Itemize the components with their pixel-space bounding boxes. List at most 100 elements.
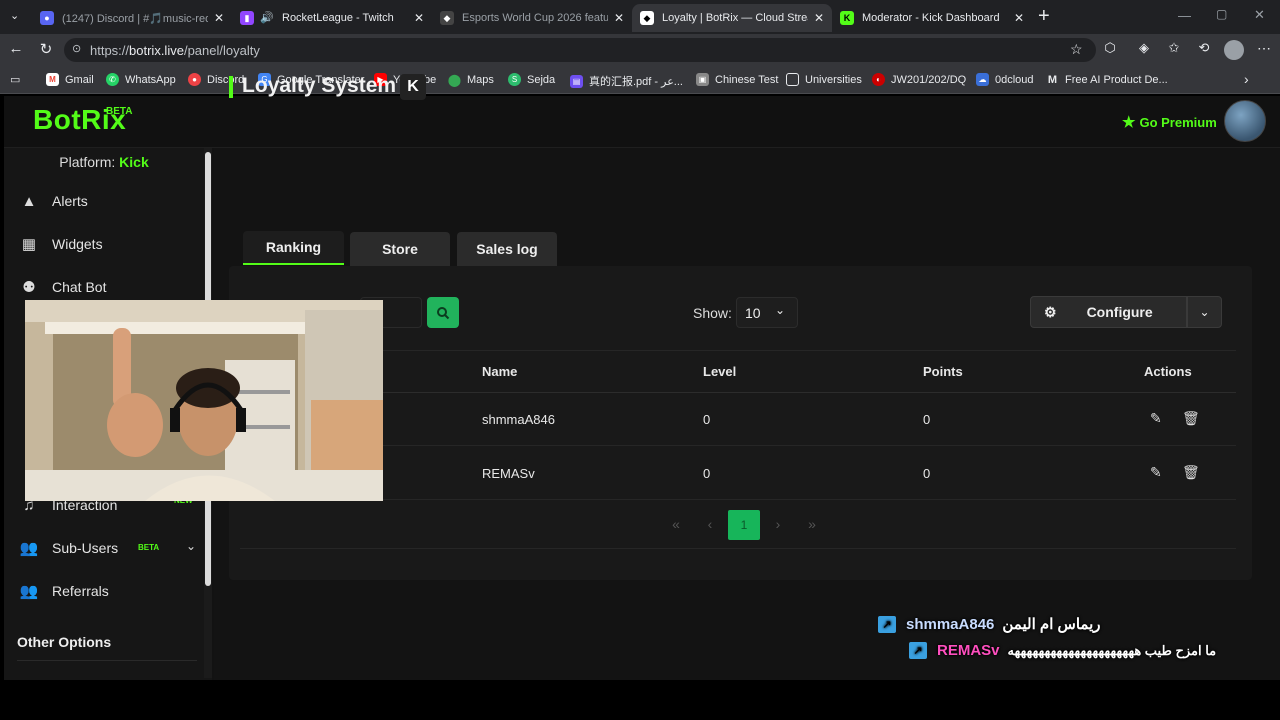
chevron-down-icon[interactable]: ⌄ [186,539,196,553]
cloud-icon: ☁ [976,73,989,86]
tab-sales-log[interactable]: Sales log [457,232,557,266]
profile-avatar[interactable] [1224,40,1244,60]
warning-icon: ▲ [21,192,37,210]
chat-message: ↗ shmmaA846 ريماس ام اليمن [878,615,1101,633]
configure-dropdown-button[interactable]: ⌄ [1187,296,1222,328]
platform-label: Platform: [59,154,116,170]
browser-tab-esports[interactable]: ◆ Esports World Cup 2026 featuring ✕ [432,4,632,32]
twitch-icon: ▮ [240,11,254,25]
history-icon[interactable]: ⟲ [1194,40,1214,56]
configure-button[interactable]: ⚙ Configure [1030,296,1187,328]
tab-ranking[interactable]: Ranking [243,231,344,265]
window-close-button[interactable]: ✕ [1254,7,1265,23]
tab-store[interactable]: Store [350,232,450,266]
trash-icon[interactable]: 🗑 [1182,410,1200,427]
column-header-level[interactable]: Level [703,364,736,379]
sidebar-item-referrals[interactable]: 👥 Referrals [20,583,200,600]
tab-label: Store [382,241,418,257]
back-icon[interactable]: ← [6,40,26,57]
close-icon[interactable]: ✕ [814,11,824,25]
reload-icon[interactable]: ↻ [36,40,56,58]
browser-tab-kick[interactable]: K Moderator - Kick Dashboard ✕ [832,4,1032,32]
bookmark-pdf[interactable]: ▤ 真的汇报.pdf - عر... [570,73,683,89]
tab-list-chevron-icon[interactable]: ⌄ [10,9,19,22]
trash-icon[interactable]: 🗑 [1182,464,1200,481]
bookmark-chinese-test[interactable]: ▣ Chinese Test [696,73,778,86]
sidebar-item-label: Referrals [52,583,109,599]
maps-icon: ⬤ [447,72,462,87]
close-icon[interactable]: ✕ [614,11,624,25]
robot-icon: ⚉ [22,279,36,296]
url-domain: botrix.live [129,42,184,58]
prev-page-icon[interactable]: ‹ [700,516,720,532]
kick-chat-icon: ↗ [909,642,927,659]
section-divider [17,660,197,661]
url-input[interactable]: ⊙ https://botrix.live/panel/loyalty ☆ [64,38,1096,62]
cell-points: 0 [923,412,931,427]
tab-title: Moderator - Kick Dashboard [862,12,1000,24]
bookmark-free-ai[interactable]: M Free AI Product De... [1046,73,1168,86]
kick-icon: K [840,11,854,25]
close-icon[interactable]: ✕ [1014,11,1024,25]
sidebar-item-alerts[interactable]: ▲ Alerts [20,192,200,210]
maximize-button[interactable]: ▢ [1216,7,1227,21]
sidebar-item-sub-users[interactable]: 👥 Sub-Users [19,540,200,557]
browser-tab-botrix[interactable]: ◆ Loyalty | BotRix — Cloud Streamin ✕ [632,4,832,32]
browser-tab-twitch[interactable]: ▮ 🔊 RocketLeague - Twitch ✕ [232,4,432,32]
gmail-icon: M [46,73,59,86]
users-icon: 👥 [19,540,39,557]
site-info-icon[interactable]: ⊙ [72,42,81,55]
kick-platform-badge: K [400,74,426,100]
platform-value: Kick [119,154,149,170]
esports-icon: ◆ [440,11,454,25]
gears-icon: ⚙ [1044,303,1057,320]
page-button-current[interactable]: 1 [728,510,760,540]
bookmark-universities[interactable]: Universities [786,73,862,86]
go-premium-button[interactable]: ★ Go Premium [1122,113,1217,131]
chat-text: ما امزح طيب هههههههههههههههههههههه [1007,642,1217,658]
bookmark-discord[interactable]: ● Discord [188,73,244,86]
bookmark-0dcloud[interactable]: ☁ 0dcloud [976,73,1034,86]
edit-icon[interactable]: ✎ [1150,464,1162,481]
bookmarks-toggle-icon[interactable]: ▭ [10,73,20,86]
speaker-icon[interactable]: 🔊 [260,11,274,24]
tab-label: Sales log [476,241,538,257]
browser-tab-discord[interactable]: ● (1247) Discord | #🎵music-request ✕ [32,4,232,32]
user-avatar[interactable] [1224,100,1266,142]
close-icon[interactable]: ✕ [214,11,224,25]
next-page-icon[interactable]: › [768,516,788,532]
page-icon: ◐ [872,73,885,86]
sidebar-item-widgets[interactable]: ▦ Widgets [20,236,200,253]
sidebar-item-label: Sub-Users [52,540,119,556]
bookmark-sejda[interactable]: S Sejda [508,73,555,86]
sidebar-item-chat-bot[interactable]: ⚉ Chat Bot [20,279,200,296]
favorites-icon[interactable]: ✩ [1164,40,1184,56]
extensions-icon[interactable]: ⬡ [1100,40,1120,56]
platform-selector[interactable]: Platform: Kick [4,154,204,170]
bookmarks-overflow-icon[interactable]: › [1244,71,1249,87]
whatsapp-icon: ✆ [106,73,119,86]
bookmark-star-icon[interactable]: ☆ [1070,41,1083,58]
chat-username: shmmaA846 [906,615,995,633]
column-header-points[interactable]: Points [923,364,963,379]
edit-icon[interactable]: ✎ [1150,410,1162,427]
minimize-button[interactable]: — [1178,8,1191,23]
new-tab-button[interactable]: + [1038,5,1050,28]
bookmark-gmail[interactable]: M Gmail [46,73,94,86]
first-page-icon[interactable]: « [666,516,686,532]
bookmark-whatsapp[interactable]: ✆ WhatsApp [106,73,176,86]
extension-icon[interactable]: ◈ [1134,40,1154,56]
close-icon[interactable]: ✕ [414,11,424,25]
page-icon: ▣ [696,73,709,86]
column-header-name[interactable]: Name [482,364,517,379]
bookmark-maps[interactable]: ⬤ Maps [447,72,494,87]
menu-icon[interactable]: ⋯ [1254,40,1274,57]
show-count-select[interactable]: 10 ⌄ [736,297,798,328]
search-button[interactable] [427,297,459,328]
webcam-feed-image [25,300,383,501]
bookmark-jw201[interactable]: ◐ JW201/202/DQ [872,73,966,86]
configure-label: Configure [1086,304,1153,320]
last-page-icon[interactable]: » [802,516,822,532]
pagination-border [240,548,1236,549]
kick-chat-icon: ↗ [878,615,896,633]
